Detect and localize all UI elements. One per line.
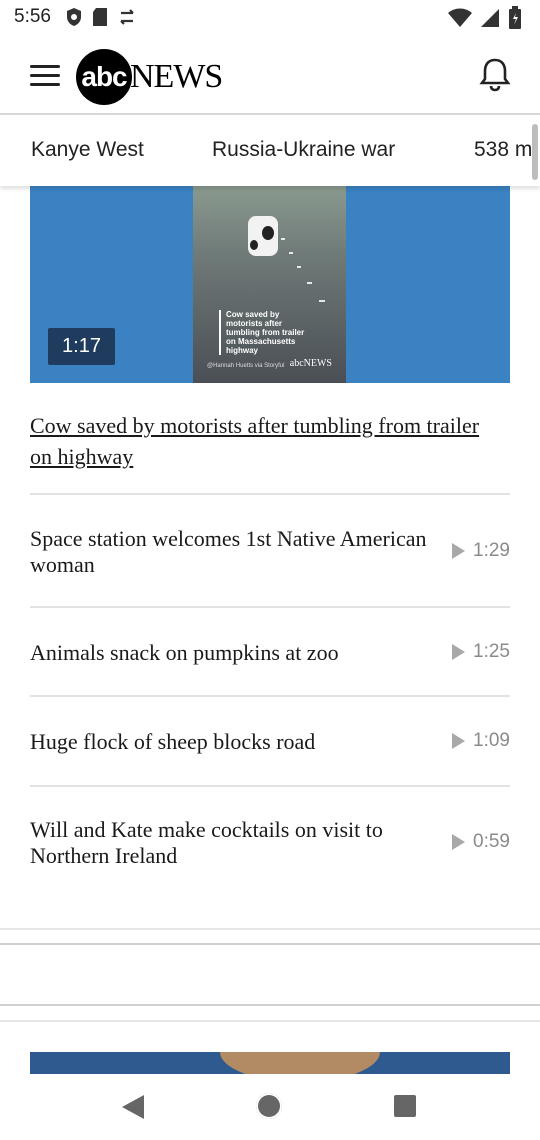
feature-headline-link[interactable]: Cow saved by motorists after tumbling fr…	[30, 410, 490, 472]
abc-news-logo[interactable]: abc NEWS	[76, 48, 223, 106]
tabs-scrollbar[interactable]	[532, 124, 538, 180]
list-divider	[30, 785, 510, 787]
play-icon	[452, 733, 466, 749]
feature-video-thumbnail[interactable]: Cow saved by motorists after tumbling fr…	[30, 186, 510, 383]
duration-label: 0:59	[473, 831, 510, 852]
section-divider	[0, 1004, 540, 1006]
home-icon[interactable]	[256, 1093, 282, 1119]
list-divider	[30, 493, 510, 495]
thumb-logo: abcNEWS	[289, 358, 332, 369]
section-divider	[0, 943, 540, 945]
play-icon	[452, 644, 466, 660]
section-divider	[0, 928, 540, 930]
video-title: Animals snack on pumpkins at zoo	[30, 640, 339, 665]
section-divider	[0, 1020, 540, 1022]
video-title: Huge flock of sheep blocks road	[30, 729, 316, 754]
video-list-item[interactable]: Space station welcomes 1st Native Americ…	[30, 526, 510, 586]
video-duration: 1:25	[452, 641, 510, 663]
app-header: abc NEWS	[0, 36, 540, 114]
duration-badge: 1:17	[48, 328, 115, 365]
play-icon	[452, 543, 466, 559]
video-list-item[interactable]: Huge flock of sheep blocks road 1:09	[30, 729, 510, 769]
tab-kanye-west[interactable]: Kanye West	[31, 138, 144, 162]
video-title: Space station welcomes 1st Native Americ…	[30, 526, 427, 577]
play-icon	[452, 834, 466, 850]
status-right-icons	[448, 6, 522, 30]
battery-icon	[509, 6, 521, 29]
video-list-item[interactable]: Animals snack on pumpkins at zoo 1:25	[30, 640, 510, 680]
video-duration: 1:29	[452, 540, 510, 562]
thumb-caption: Cow saved by motorists after tumbling fr…	[219, 310, 316, 355]
tab-russia-ukraine-war[interactable]: Russia-Ukraine war	[212, 138, 395, 162]
sd-card-icon	[93, 8, 107, 26]
video-duration: 1:09	[452, 730, 510, 752]
recent-apps-icon[interactable]	[394, 1095, 416, 1117]
duration-label: 1:09	[473, 730, 510, 751]
system-nav-bar	[0, 1074, 540, 1140]
header-divider	[0, 113, 540, 115]
duration-label: 1:25	[473, 641, 510, 662]
wifi-icon	[448, 8, 472, 27]
back-icon[interactable]	[122, 1095, 144, 1119]
cow-image	[248, 216, 278, 256]
tab-538[interactable]: 538 m	[474, 138, 532, 162]
sync-icon	[120, 9, 134, 25]
duration-label: 1:29	[473, 540, 510, 561]
shield-icon	[67, 8, 81, 26]
cell-signal-icon	[481, 9, 499, 27]
status-time: 5:56	[14, 6, 51, 27]
video-title: Will and Kate make cocktails on visit to…	[30, 817, 383, 868]
trending-tabs: Kanye West Russia-Ukraine war 538 m	[0, 116, 540, 186]
list-divider	[30, 606, 510, 608]
hamburger-menu-icon[interactable]	[28, 63, 62, 89]
list-divider	[30, 695, 510, 697]
thumb-credit: @Hannah Huetts via Storyful	[207, 363, 285, 369]
bell-icon[interactable]	[478, 56, 512, 92]
status-left-icons	[66, 7, 136, 27]
next-story-thumbnail[interactable]	[30, 1052, 510, 1074]
logo-abc-text: abc	[76, 49, 132, 105]
video-list-item[interactable]: Will and Kate make cocktails on visit to…	[30, 817, 510, 877]
logo-news-text: NEWS	[130, 58, 223, 95]
video-duration: 0:59	[452, 831, 510, 853]
status-bar: 5:56	[0, 0, 540, 36]
video-still: Cow saved by motorists after tumbling fr…	[193, 186, 346, 383]
